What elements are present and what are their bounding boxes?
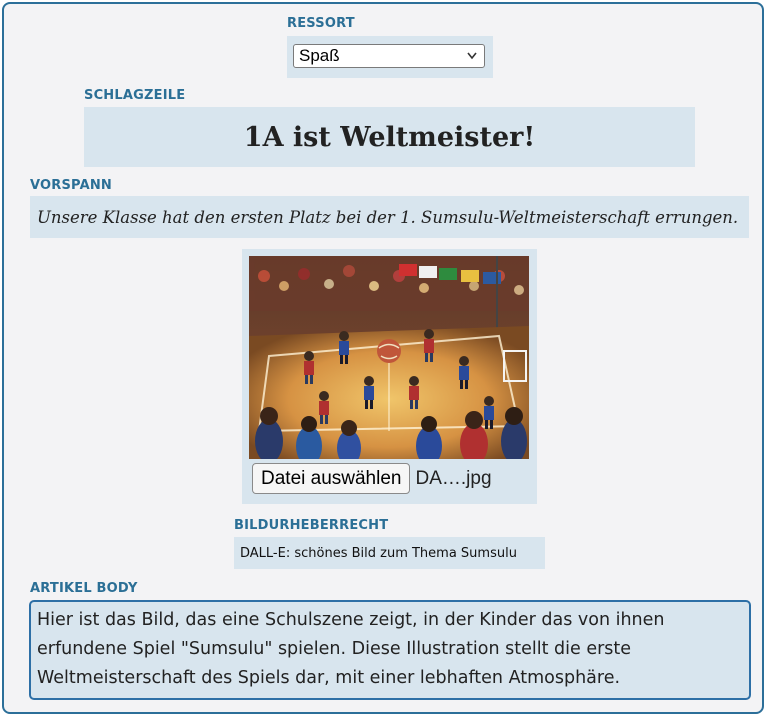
credit-input[interactable]: DALL-E: schönes Bild zum Thema Sumsulu: [234, 537, 545, 569]
image-upload-panel: Datei auswählen DA….jpg: [242, 249, 537, 504]
headline-input[interactable]: 1A ist Weltmeister!: [84, 107, 695, 167]
body-label: ARTIKEL BODY: [30, 581, 138, 596]
choose-file-button[interactable]: Datei auswählen: [252, 463, 411, 494]
vorspann-label: VORSPANN: [30, 178, 113, 193]
editor-frame: RESSORT Spaß SCHLAGZEILE 1A ist Weltmeis…: [2, 2, 764, 714]
chevron-down-icon: [466, 45, 478, 74]
file-name: DA….jpg: [415, 467, 492, 489]
article-image: [249, 256, 529, 459]
ressort-panel: Spaß: [287, 36, 493, 78]
ressort-select[interactable]: Spaß: [293, 44, 485, 68]
article-body-textarea[interactable]: Hier ist das Bild, das eine Schulszene z…: [29, 600, 751, 700]
ressort-label: RESSORT: [287, 16, 355, 31]
file-upload-row: Datei auswählen DA….jpg: [252, 463, 492, 494]
ressort-selected-value: Spaß: [299, 46, 340, 65]
headline-label: SCHLAGZEILE: [84, 88, 186, 103]
vorspann-input[interactable]: Unsere Klasse hat den ersten Platz bei d…: [30, 196, 749, 238]
credit-label: BILDURHEBERRECHT: [234, 518, 389, 533]
